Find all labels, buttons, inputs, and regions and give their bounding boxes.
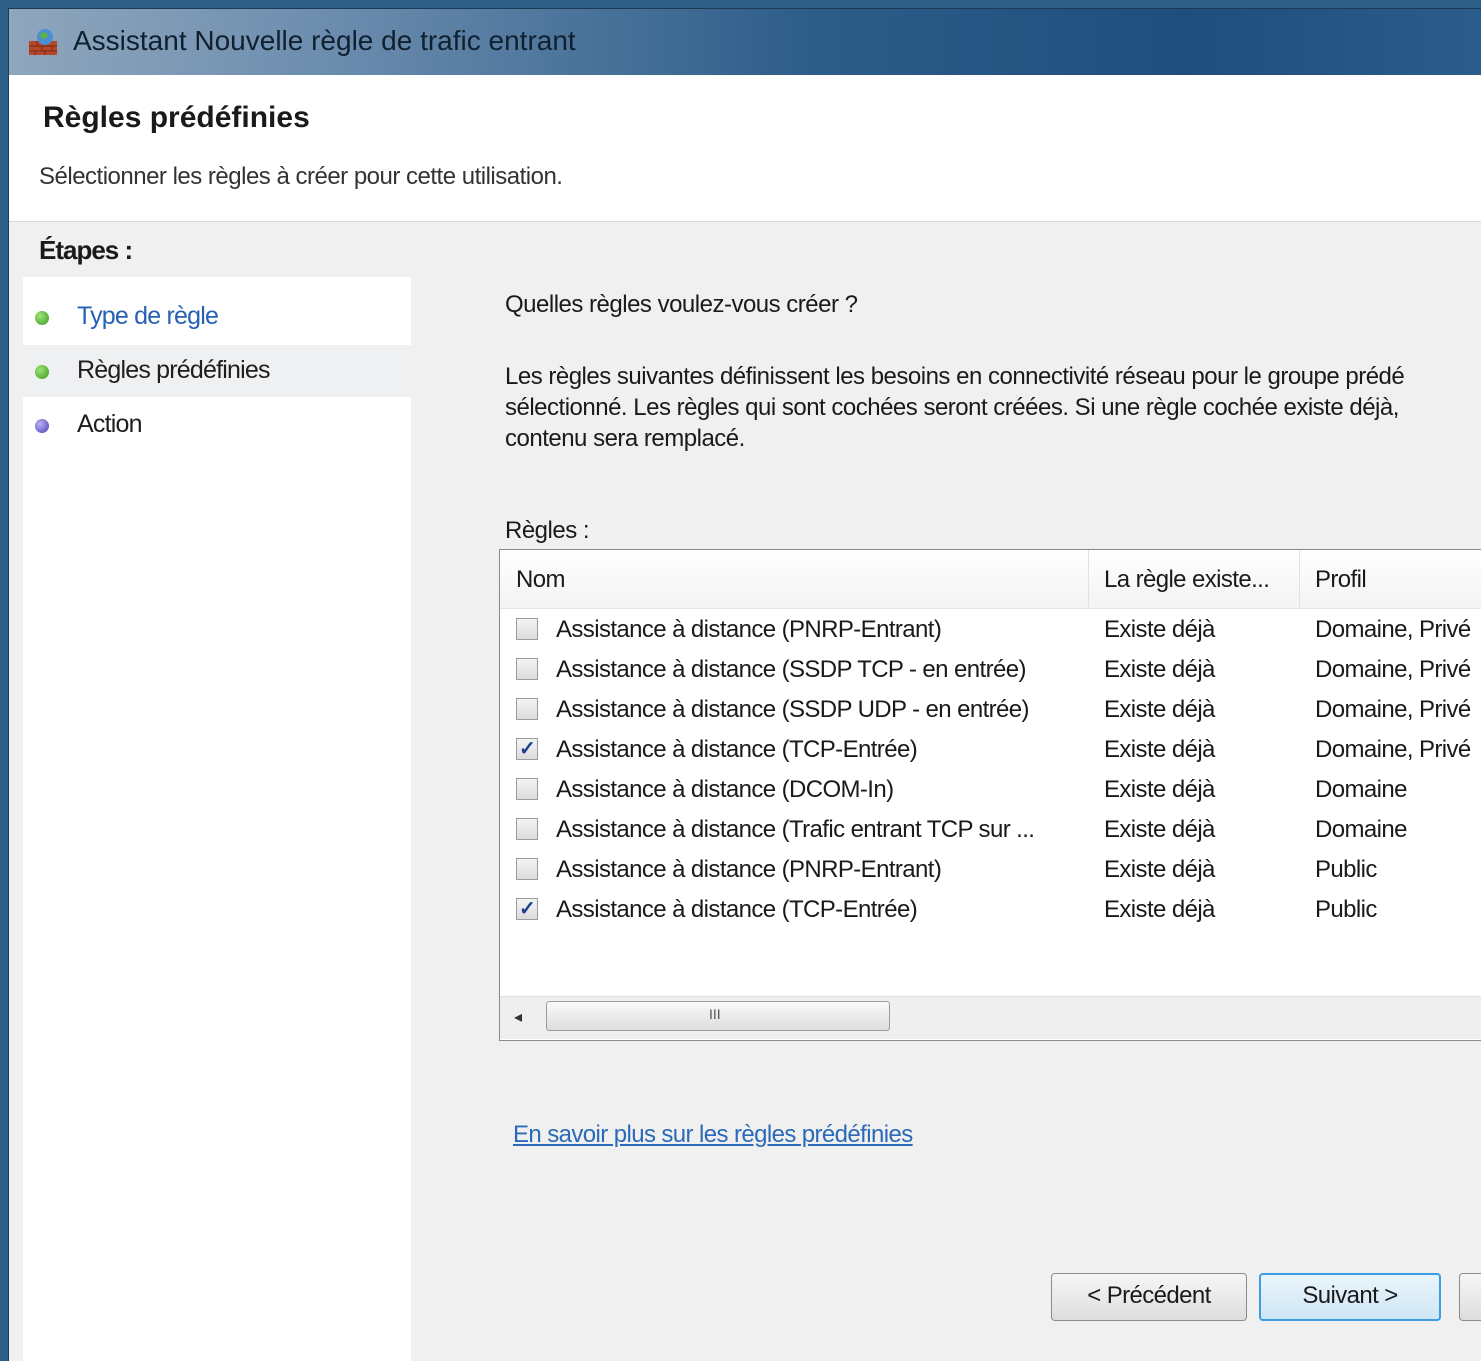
rule-exists-cell: Existe déjà: [1104, 896, 1215, 923]
rule-name-cell: Assistance à distance (PNRP-Entrant): [556, 616, 942, 643]
rule-profile-cell: Domaine: [1315, 816, 1407, 843]
rule-profile-cell: Domaine, Privé: [1315, 616, 1471, 643]
table-row[interactable]: Assistance à distance (SSDP UDP - en ent…: [500, 692, 1481, 732]
rule-checkbox[interactable]: ✓: [516, 898, 538, 920]
description-text: Les règles suivantes définissent les bes…: [505, 363, 1405, 452]
step-rule-type[interactable]: Type de règle: [23, 291, 411, 343]
rule-profile-cell: Domaine, Privé: [1315, 696, 1471, 723]
table-row[interactable]: ✓ Assistance à distance (TCP-Entrée) Exist…: [500, 732, 1481, 772]
previous-button[interactable]: < Précédent: [1051, 1273, 1247, 1321]
rule-checkbox[interactable]: [516, 658, 538, 680]
rule-exists-cell: Existe déjà: [1104, 656, 1215, 683]
rule-profile-cell: Public: [1315, 896, 1377, 923]
step-complete-dot-icon: [35, 365, 49, 379]
rule-name-cell: Assistance à distance (TCP-Entrée): [556, 896, 918, 923]
rule-checkbox[interactable]: [516, 618, 538, 640]
rule-checkbox[interactable]: ✓: [516, 738, 538, 760]
rule-name-cell: Assistance à distance (DCOM-In): [556, 776, 894, 803]
main-panel: Quelles règles voulez-vous créer ? Les r…: [417, 225, 1481, 1361]
rule-checkbox[interactable]: [516, 858, 538, 880]
rule-profile-cell: Domaine: [1315, 776, 1407, 803]
check-icon: ✓: [519, 738, 536, 760]
page-title: Règles prédéfinies: [43, 101, 310, 134]
step-label: Règles prédéfinies: [77, 356, 270, 384]
cancel-button[interactable]: [1459, 1273, 1481, 1321]
table-row[interactable]: Assistance à distance (DCOM-In) Existe dé…: [500, 772, 1481, 812]
page-header: Règles prédéfinies Sélectionner les règl…: [9, 75, 1481, 222]
question-text: Quelles règles voulez-vous créer ?: [505, 291, 858, 318]
steps-header: Étapes :: [23, 225, 411, 277]
rule-name-cell: Assistance à distance (SSDP UDP - en ent…: [556, 696, 1030, 723]
table-row[interactable]: Assistance à distance (Trafic entrant TC…: [500, 812, 1481, 852]
rule-name-cell: Assistance à distance (SSDP TCP - en ent…: [556, 656, 1026, 683]
rules-list-header: Nom La règle existe... Profil: [500, 550, 1481, 609]
scrollbar-thumb[interactable]: III: [546, 1001, 890, 1031]
step-label[interactable]: Type de règle: [77, 302, 219, 331]
table-row[interactable]: Assistance à distance (SSDP TCP - en ent…: [500, 652, 1481, 692]
rule-checkbox[interactable]: [516, 778, 538, 800]
rule-checkbox[interactable]: [516, 818, 538, 840]
column-header-name[interactable]: Nom: [500, 550, 1089, 608]
rule-exists-cell: Existe déjà: [1104, 696, 1215, 723]
next-button[interactable]: Suivant >: [1259, 1273, 1441, 1321]
table-row[interactable]: Assistance à distance (PNRP-Entrant) Exis…: [500, 852, 1481, 892]
rules-list[interactable]: Nom La règle existe... Profil Assistance…: [499, 549, 1481, 1041]
firewall-icon: [29, 29, 57, 55]
table-row[interactable]: Assistance à distance (PNRP-Entrant) Exis…: [500, 612, 1481, 652]
step-predefined-rules: Règles prédéfinies: [23, 345, 411, 397]
wizard-window: Assistant Nouvelle règle de trafic entra…: [8, 8, 1481, 1361]
column-header-exists[interactable]: La règle existe...: [1088, 550, 1300, 608]
step-label: Action: [77, 410, 142, 438]
rule-checkbox[interactable]: [516, 698, 538, 720]
grip-icon: III: [709, 1006, 721, 1022]
learn-more-link[interactable]: En savoir plus sur les règles prédéfinie…: [513, 1121, 913, 1149]
rule-profile-cell: Domaine, Privé: [1315, 656, 1471, 683]
steps-title: Étapes :: [39, 235, 133, 265]
rule-exists-cell: Existe déjà: [1104, 856, 1215, 883]
rule-exists-cell: Existe déjà: [1104, 736, 1215, 763]
rules-label: Règles :: [505, 517, 590, 544]
rule-name-cell: Assistance à distance (PNRP-Entrant): [556, 856, 942, 883]
check-icon: ✓: [519, 898, 536, 920]
rule-profile-cell: Domaine, Privé: [1315, 736, 1471, 763]
window-title: Assistant Nouvelle règle de trafic entra…: [73, 25, 576, 56]
table-row[interactable]: ✓ Assistance à distance (TCP-Entrée) Exist…: [500, 892, 1481, 932]
rule-name-cell: Assistance à distance (TCP-Entrée): [556, 736, 918, 763]
step-complete-dot-icon: [35, 311, 49, 325]
step-pending-dot-icon: [35, 419, 49, 433]
rule-name-cell: Assistance à distance (Trafic entrant TC…: [556, 816, 1035, 843]
title-bar[interactable]: Assistant Nouvelle règle de trafic entra…: [9, 9, 1481, 75]
rule-exists-cell: Existe déjà: [1104, 776, 1215, 803]
horizontal-scrollbar[interactable]: ◂ III: [500, 996, 1481, 1039]
page-subtitle: Sélectionner les règles à créer pour cet…: [39, 163, 563, 190]
column-header-profile[interactable]: Profil: [1299, 550, 1481, 608]
rule-exists-cell: Existe déjà: [1104, 816, 1215, 843]
steps-sidebar: Étapes : Type de règle Règles prédéfinie…: [23, 225, 411, 1361]
step-action: Action: [23, 399, 411, 451]
rule-profile-cell: Public: [1315, 856, 1377, 883]
scroll-left-icon[interactable]: ◂: [514, 1007, 522, 1027]
rule-exists-cell: Existe déjà: [1104, 616, 1215, 643]
